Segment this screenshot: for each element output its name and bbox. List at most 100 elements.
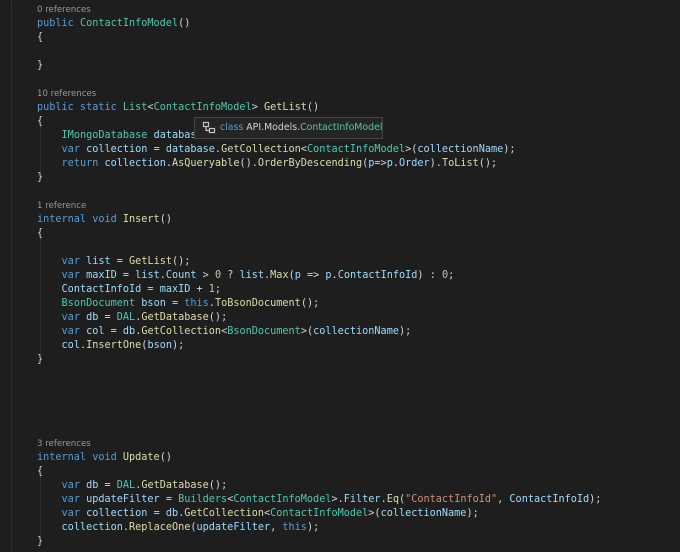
code-token: collection	[86, 508, 148, 519]
reference-count[interactable]: 3 references	[37, 439, 91, 449]
code-token: DAL	[116, 480, 136, 491]
code-line: var collection = db.GetCollection<Contac…	[37, 507, 479, 521]
code-token: ) :	[417, 270, 442, 281]
code-token: ContactInfoModel	[153, 102, 252, 113]
code-token: }	[37, 60, 44, 71]
code-token: ?	[221, 270, 240, 281]
code-token: GetDatabase	[141, 480, 209, 491]
code-token: ()	[306, 102, 320, 113]
code-token: ()	[178, 18, 191, 29]
code-token: Builders	[178, 494, 228, 505]
class-icon	[202, 121, 216, 134]
code-token: }	[37, 536, 44, 547]
code-token: =>	[374, 158, 387, 169]
code-token: IMongoDatabase	[61, 130, 148, 141]
code-line: }	[37, 535, 43, 549]
code-token: >.	[331, 494, 344, 505]
code-token: ;	[214, 284, 222, 295]
code-token: var	[61, 270, 80, 281]
code-line: col.InsertOne(bson);	[37, 339, 185, 353]
code-line: ContactInfoId = maxID + 1;	[37, 283, 222, 297]
code-token: =	[98, 312, 117, 323]
code-line: {	[37, 31, 43, 45]
code-token: ().	[239, 158, 258, 169]
code-token: return	[61, 158, 99, 169]
code-token: databas	[153, 130, 197, 141]
code-line: var collection = database.GetCollection<…	[37, 143, 516, 157]
code-token: var	[61, 144, 80, 155]
code-token: ;	[448, 270, 455, 281]
code-token: =	[141, 284, 160, 295]
code-token: ()	[159, 214, 172, 225]
code-token: Order	[398, 158, 430, 169]
code-token: GetDatabase	[141, 312, 209, 323]
code-line: }	[37, 59, 43, 73]
code-token: {	[37, 466, 44, 477]
code-line: }	[37, 171, 43, 185]
code-token: =	[110, 256, 130, 267]
code-token: maxID	[159, 284, 191, 295]
code-token: >(	[368, 508, 381, 519]
codelens-constructor[interactable]: 0 references	[37, 3, 91, 17]
code-token: );	[589, 494, 602, 505]
code-line: var db = DAL.GetDatabase();	[37, 479, 228, 493]
code-line: BsonDocument bson = this.ToBsonDocument(…	[37, 297, 320, 311]
code-token: internal void	[37, 452, 123, 463]
code-token: db	[165, 508, 179, 519]
code-token: DAL	[116, 312, 136, 323]
code-token: list	[239, 270, 265, 281]
code-line: var maxID = list.Count > 0 ? list.Max(p …	[37, 269, 455, 283]
code-token: ContactInfoModel	[79, 18, 179, 29]
code-token: =	[104, 326, 123, 337]
code-token: collection	[61, 522, 123, 533]
code-token: }	[37, 354, 44, 365]
code-token: GetCollection	[141, 326, 222, 337]
code-editor[interactable]: 0 references public ContactInfoModel(){} 1…	[0, 0, 680, 552]
code-line: {	[37, 115, 43, 129]
code-token: GetList	[129, 256, 172, 267]
code-line: var updateFilter = Builders<ContactInfoM…	[37, 493, 602, 507]
tooltip-class-name: ContactInfoModel	[300, 122, 383, 133]
code-line: var db = DAL.GetDatabase();	[37, 311, 228, 325]
reference-count[interactable]: 0 references	[37, 5, 91, 15]
code-token: );	[171, 340, 185, 351]
code-token: public static	[37, 102, 123, 113]
code-token: =	[147, 508, 166, 519]
code-token: this	[282, 522, 307, 533]
code-token: =	[165, 298, 185, 309]
code-token: {	[37, 116, 44, 127]
code-token: ContactInfoModel	[233, 494, 332, 505]
code-token: ();	[208, 312, 228, 323]
code-token: Eq	[386, 494, 399, 505]
code-token: Filter	[343, 494, 381, 505]
code-token: ,	[270, 522, 283, 533]
reference-count[interactable]: 10 references	[37, 89, 96, 99]
code-token: =	[147, 144, 166, 155]
reference-count[interactable]: 1 reference	[37, 201, 86, 211]
code-token: >	[251, 102, 264, 113]
code-token: ContactInfoId	[61, 284, 142, 295]
codelens-insert[interactable]: 1 reference	[37, 199, 86, 213]
code-token: ToList	[441, 158, 479, 169]
code-line: var col = db.GetCollection<BsonDocument>…	[37, 325, 412, 339]
code-token: collectionName	[313, 326, 399, 337]
tooltip-keyword: class	[220, 122, 244, 133]
codelens-update[interactable]: 3 references	[37, 437, 91, 451]
code-token: );	[398, 326, 412, 337]
code-token: bson	[147, 340, 172, 351]
code-token: Count	[165, 270, 197, 281]
code-token: =>	[300, 270, 326, 281]
code-token: ,	[497, 494, 510, 505]
code-token: maxID	[86, 270, 117, 281]
code-token: ();	[171, 256, 191, 267]
quick-info-tooltip: class API.Models.ContactInfoModel	[194, 117, 383, 139]
tooltip-namespace: API.Models.	[246, 122, 301, 133]
code-token: var	[61, 494, 80, 505]
codelens-getlist[interactable]: 10 references	[37, 87, 96, 101]
